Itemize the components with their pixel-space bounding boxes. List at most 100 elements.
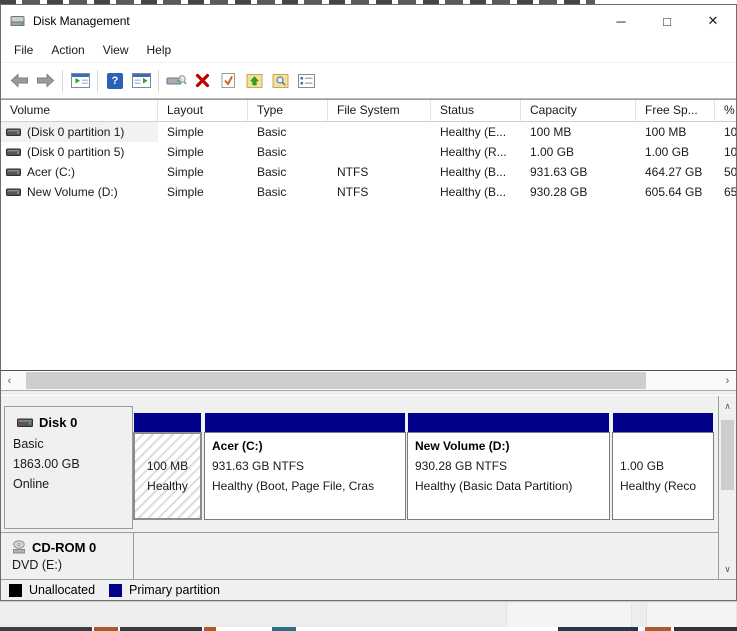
partition-new-volume-d[interactable]: New Volume (D:) 930.28 GB NTFS Healthy (…: [407, 406, 610, 529]
forward-icon[interactable]: [32, 68, 58, 94]
scroll-left-icon[interactable]: ‹: [1, 371, 18, 390]
legend-primary-partition-label: Primary partition: [129, 583, 221, 597]
partition-status: Healthy (Reco: [620, 479, 697, 493]
vertical-scroll-thumb[interactable]: [721, 420, 734, 490]
scroll-down-icon[interactable]: ∨: [719, 561, 736, 577]
table-row[interactable]: (Disk 0 partition 5) Simple Basic Health…: [1, 142, 736, 162]
cdrom-icon: [13, 540, 25, 554]
partition-name: Acer (C:): [212, 439, 263, 453]
cell-layout: Simple: [167, 125, 204, 139]
back-icon[interactable]: [6, 68, 32, 94]
cell-file-system: NTFS: [337, 185, 369, 199]
screen: Disk Management ─ □ ✕ File Action View H…: [0, 0, 737, 631]
view-options-icon[interactable]: [293, 68, 319, 94]
legend-unallocated-label: Unallocated: [29, 583, 96, 597]
cell-volume: New Volume (D:): [1, 182, 158, 202]
partition-size: 931.63 GB NTFS: [212, 459, 305, 473]
column-header-status[interactable]: Status: [431, 100, 521, 121]
hdd-icon: [17, 418, 33, 427]
folder-search-icon[interactable]: [267, 68, 293, 94]
volume-list-pane: Volume Layout Type File System Status Ca…: [1, 99, 736, 390]
partition-body: 1.00 GB Healthy (Reco: [612, 432, 714, 520]
background-bottom-sliver: [0, 627, 737, 631]
close-icon[interactable]: ✕: [690, 5, 736, 37]
partition-color-bar: [408, 413, 609, 432]
horizontal-scroll-track[interactable]: [18, 371, 719, 390]
column-header-file-system[interactable]: File System: [328, 100, 431, 121]
hdd-icon: [6, 188, 21, 196]
horizontal-scrollbar: ‹ ›: [1, 370, 736, 390]
horizontal-scroll-thumb[interactable]: [26, 372, 646, 389]
partition-status: Healthy (Basic Data Partition): [415, 479, 573, 493]
volume-name: New Volume (D:): [27, 185, 118, 199]
cell-type: Basic: [257, 185, 287, 199]
toolbar: ?: [1, 63, 736, 99]
column-header-volume[interactable]: Volume: [1, 100, 158, 121]
scroll-right-icon[interactable]: ›: [719, 371, 736, 390]
partition-status: Healthy: [147, 479, 188, 493]
partition-size: 930.28 GB NTFS: [415, 459, 508, 473]
cell-layout: Simple: [167, 165, 204, 179]
partition-size: 100 MB: [146, 459, 189, 473]
partition-color-bar: [134, 413, 201, 432]
column-header-capacity[interactable]: Capacity: [521, 100, 636, 121]
partition-color-bar: [613, 413, 713, 432]
menu-file[interactable]: File: [5, 39, 42, 61]
app-disk-icon: [10, 16, 25, 26]
folder-up-icon[interactable]: [241, 68, 267, 94]
partition-recovery-1gb[interactable]: 1.00 GB Healthy (Reco: [612, 406, 714, 529]
volume-list-header: Volume Layout Type File System Status Ca…: [1, 100, 736, 122]
partition-system-100mb[interactable]: 100 MB Healthy: [133, 406, 202, 529]
background-taskbar-strip: [0, 601, 737, 627]
vertical-scrollbar: ∧ ∨: [718, 396, 736, 579]
disk0-label-box[interactable]: Disk 0 Basic 1863.00 GB Online: [4, 406, 133, 529]
cdrom-label-box[interactable]: CD-ROM 0 DVD (E:): [4, 533, 134, 579]
disk0-name: Disk 0: [39, 415, 78, 430]
menu-view[interactable]: View: [94, 39, 138, 61]
partition-color-bar: [205, 413, 405, 432]
cell-free-space: 1.00 GB: [645, 145, 690, 159]
window-controls: ─ □ ✕: [598, 5, 736, 37]
cell-percent: 50: [724, 165, 736, 179]
cell-capacity: 100 MB: [530, 125, 572, 139]
show-action-pane-icon[interactable]: [128, 68, 154, 94]
maximize-icon[interactable]: □: [644, 5, 690, 37]
help-icon[interactable]: ?: [102, 68, 128, 94]
column-header-layout[interactable]: Layout: [158, 100, 248, 121]
toolbar-separator: [158, 69, 159, 92]
cell-file-system: NTFS: [337, 165, 369, 179]
volume-name: (Disk 0 partition 5): [27, 145, 125, 159]
scroll-up-icon[interactable]: ∧: [719, 398, 736, 414]
cell-volume: (Disk 0 partition 1): [1, 122, 158, 142]
background-block: [646, 603, 737, 627]
minimize-icon[interactable]: ─: [598, 5, 644, 37]
column-header-free-space[interactable]: Free Sp...: [636, 100, 715, 121]
cdrom-name: CD-ROM 0: [32, 540, 97, 555]
cdrom-drive: DVD (E:): [12, 558, 62, 572]
volume-name: (Disk 0 partition 1): [27, 125, 125, 139]
disk0-status: Online: [13, 477, 50, 491]
disk0-type: Basic: [13, 437, 44, 451]
table-row[interactable]: New Volume (D:) Simple Basic NTFS Health…: [1, 182, 736, 202]
cell-capacity: 931.63 GB: [530, 165, 588, 179]
menu-action[interactable]: Action: [42, 39, 93, 61]
column-header-percent[interactable]: %: [715, 100, 736, 121]
delete-icon[interactable]: [189, 68, 215, 94]
show-console-tree-icon[interactable]: [67, 68, 93, 94]
cell-volume: (Disk 0 partition 5): [1, 142, 158, 162]
cell-type: Basic: [257, 145, 287, 159]
table-row[interactable]: (Disk 0 partition 1) Simple Basic Health…: [1, 122, 736, 142]
cell-free-space: 100 MB: [645, 125, 687, 139]
cell-capacity: 930.28 GB: [530, 185, 588, 199]
menu-help[interactable]: Help: [138, 39, 181, 61]
partition-status: Healthy (Boot, Page File, Cras: [212, 479, 375, 493]
check-status-icon[interactable]: [215, 68, 241, 94]
column-header-type[interactable]: Type: [248, 100, 328, 121]
rescan-disks-icon[interactable]: [163, 68, 189, 94]
partition-acer-c[interactable]: Acer (C:) 931.63 GB NTFS Healthy (Boot, …: [204, 406, 406, 529]
primary-partition-swatch: [109, 583, 123, 597]
titlebar: Disk Management ─ □ ✕: [1, 5, 736, 37]
cell-free-space: 464.27 GB: [645, 165, 703, 179]
cell-layout: Simple: [167, 185, 204, 199]
table-row[interactable]: Acer (C:) Simple Basic NTFS Healthy (B..…: [1, 162, 736, 182]
